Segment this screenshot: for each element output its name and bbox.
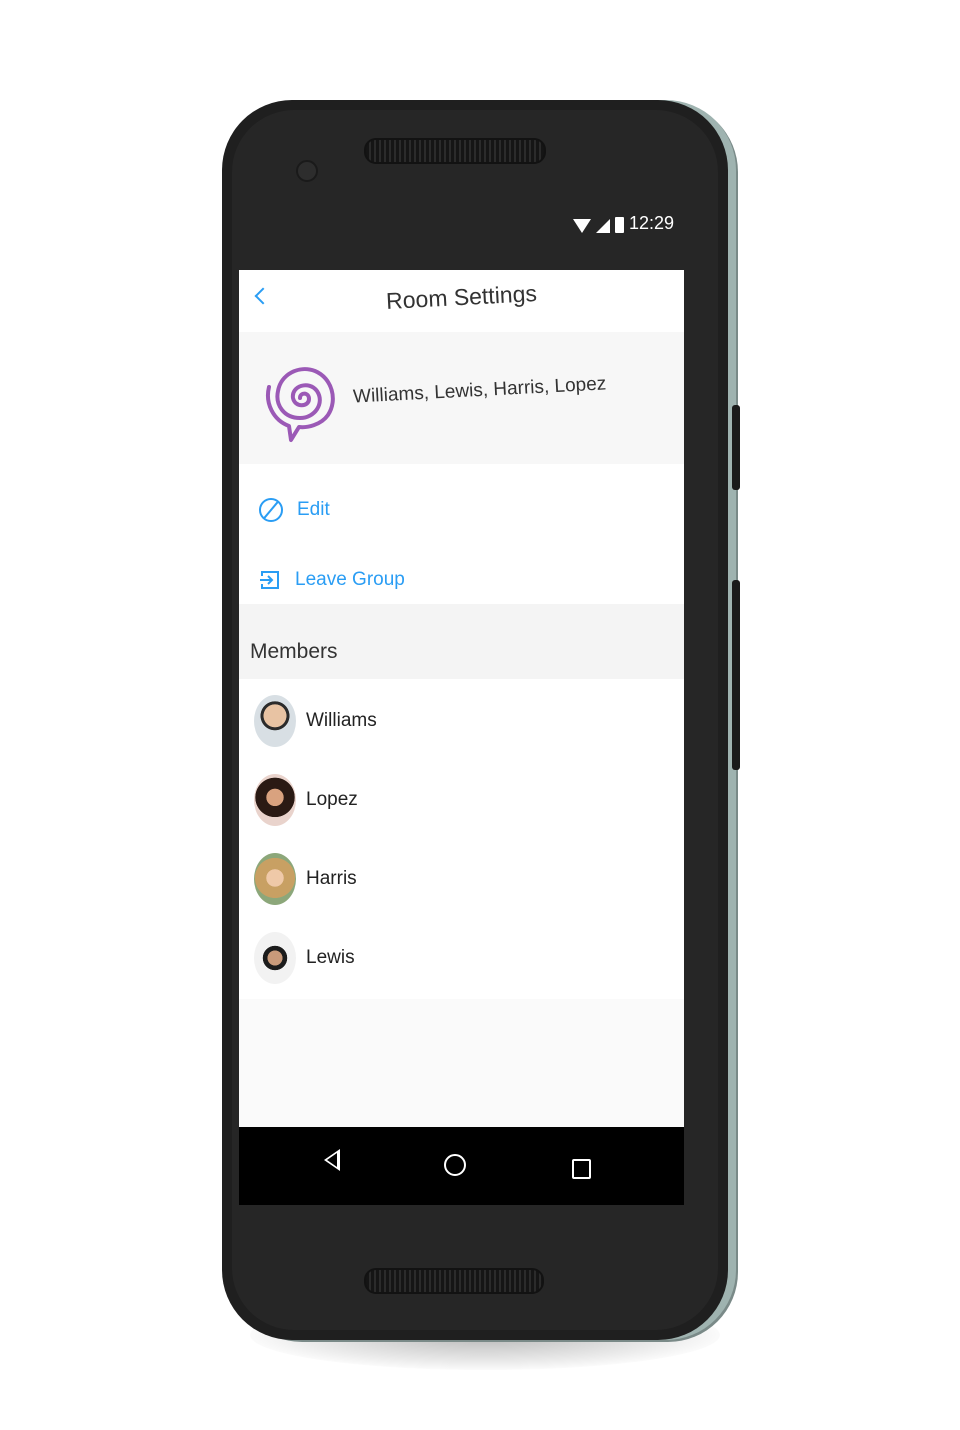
avatar (254, 932, 296, 984)
member-list: Williams Lopez Harris Lewis (239, 679, 684, 999)
avatar (254, 853, 296, 905)
member-item-williams[interactable]: Williams (254, 693, 377, 749)
edit-icon (259, 498, 283, 522)
room-actions: Edit Leave Group (239, 464, 684, 604)
members-title: Members (250, 640, 338, 663)
front-camera (296, 160, 318, 182)
avatar (254, 695, 296, 747)
bottom-speaker-grille (364, 1268, 544, 1294)
spiral-chat-logo-icon (266, 367, 335, 442)
member-name: Williams (306, 710, 377, 731)
leave-group-button[interactable]: Leave Group (259, 560, 405, 600)
member-name: Lewis (306, 947, 355, 968)
avatar (254, 774, 296, 826)
recents-square-icon[interactable] (572, 1159, 591, 1179)
app-bar: Room Settings (239, 270, 684, 333)
member-item-harris[interactable]: Harris (254, 851, 357, 907)
member-item-lopez[interactable]: Lopez (254, 772, 358, 828)
edit-button[interactable]: Edit (259, 490, 330, 530)
leave-group-label: Leave Group (295, 569, 405, 590)
room-name: Williams, Lewis, Harris, Lopez (352, 373, 607, 408)
member-name: Lopez (306, 789, 358, 810)
member-name: Harris (306, 868, 357, 889)
status-bar: 12:29 (239, 205, 684, 270)
signal-icon (596, 219, 610, 233)
room-header: Williams, Lewis, Harris, Lopez (239, 332, 684, 464)
leave-icon (260, 571, 279, 589)
battery-icon (615, 217, 624, 233)
phone-screen: 12:29 Room Settings Williams, Lewis, Har… (239, 205, 684, 1205)
device-mockup: 12:29 Room Settings Williams, Lewis, Har… (0, 0, 960, 1430)
members-section-header: Members (239, 604, 684, 679)
android-nav-bar (239, 1127, 684, 1205)
back-triangle-icon[interactable] (324, 1149, 340, 1171)
status-icons (573, 217, 624, 233)
top-speaker-grille (364, 138, 546, 164)
wifi-icon (573, 219, 591, 233)
status-time: 12:29 (628, 213, 674, 233)
page-title: Room Settings (385, 280, 538, 314)
member-item-lewis[interactable]: Lewis (254, 930, 355, 986)
power-button (732, 405, 740, 490)
edit-label: Edit (297, 499, 330, 520)
volume-button (732, 580, 740, 770)
home-circle-icon[interactable] (444, 1154, 466, 1176)
